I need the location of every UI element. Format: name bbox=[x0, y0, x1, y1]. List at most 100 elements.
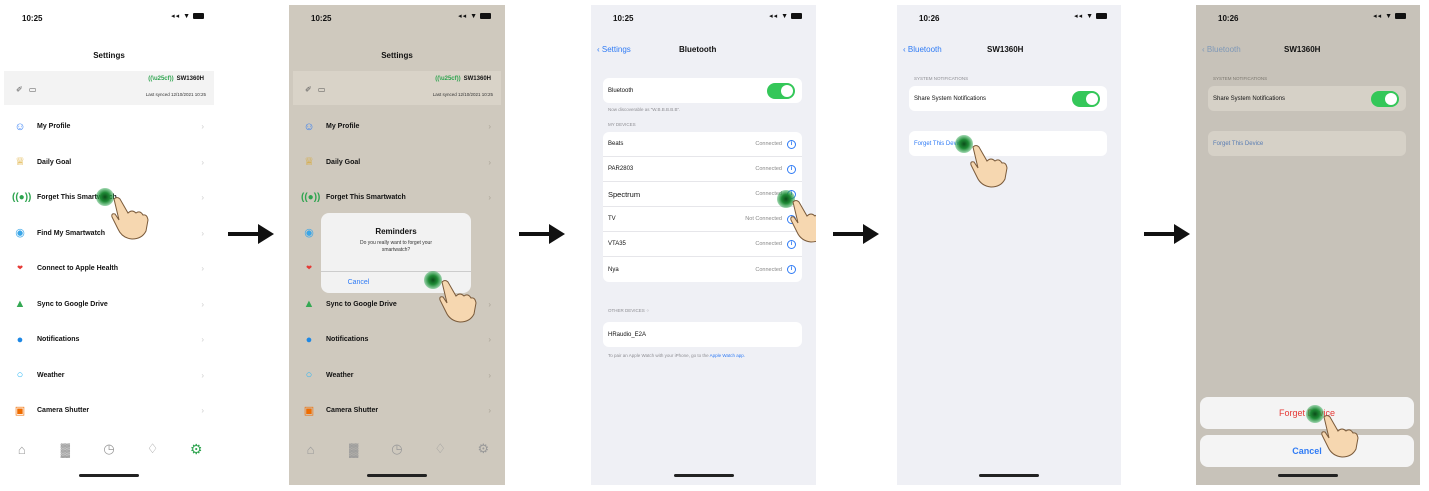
chevron-right-icon: › bbox=[201, 157, 204, 167]
menu-item-label: Find My Smartwatch bbox=[37, 229, 106, 237]
info-icon[interactable]: i bbox=[787, 164, 796, 174]
chevron-right-icon: › bbox=[488, 406, 491, 416]
menu-item-daily-goal[interactable]: ♕ Daily Goal › bbox=[0, 145, 218, 181]
menu-item-camera-shutter: ▣ Camera Shutter › bbox=[289, 393, 505, 429]
menu-item-notifications[interactable]: ● Notifications › bbox=[0, 322, 218, 358]
bell-icon[interactable]: ♢ bbox=[143, 441, 163, 457]
device-name: HRaudio_E2A bbox=[608, 331, 647, 338]
device-status: Connected bbox=[755, 266, 782, 273]
device-card[interactable]: ✐ ▭ ((\u25cf)) SW1360H Last synced 12/10/… bbox=[4, 71, 214, 105]
device-status-icons: ✐ ▭ bbox=[305, 85, 328, 94]
other-devices-label: OTHER DEVICES ⁘ bbox=[608, 308, 650, 313]
menu-item-forget-smartwatch: ((●)) Forget This Smartwatch › bbox=[289, 180, 505, 216]
battery-icon bbox=[1096, 13, 1107, 20]
chevron-right-icon: › bbox=[201, 406, 204, 416]
user-icon: ☺ bbox=[14, 120, 26, 133]
settings-icon: ⚙ bbox=[477, 441, 490, 456]
device-name: TV bbox=[608, 216, 616, 222]
menu-item-weather: ○ Weather › bbox=[289, 358, 505, 394]
menu-item-camera-shutter[interactable]: ▣ Camera Shutter › bbox=[0, 393, 218, 429]
notifications-group: Share System Notifications bbox=[909, 86, 1107, 111]
weather-icon: ○ bbox=[16, 369, 24, 382]
chevron-right-icon: › bbox=[201, 122, 204, 132]
info-icon[interactable]: i bbox=[787, 139, 796, 149]
device-name: Beats bbox=[608, 141, 624, 147]
menu-item-apple-health[interactable]: ❤ Connect to Apple Health › bbox=[0, 251, 218, 287]
device-status-icons: ✐ ▭ bbox=[16, 85, 39, 94]
share-notifications-row: Share System Notifications bbox=[909, 86, 1107, 111]
arrow-right-icon bbox=[228, 222, 274, 246]
device-row[interactable]: TVNot Connectedi bbox=[603, 207, 802, 232]
device-row[interactable]: PAR2803 Connected i bbox=[603, 157, 802, 182]
notification-icon: ● bbox=[305, 333, 313, 346]
battery-icon bbox=[1395, 13, 1406, 20]
settings-icon[interactable]: ⚙ bbox=[186, 441, 206, 458]
watch-icon: ((●)) bbox=[12, 191, 32, 203]
status-icons: ◂◂ ▼ bbox=[769, 12, 802, 20]
bluetooth-label: Bluetooth bbox=[608, 87, 634, 94]
back-button[interactable]: ‹ Settings bbox=[597, 45, 631, 54]
menu-item-google-drive[interactable]: ▲ Sync to Google Drive › bbox=[0, 287, 218, 323]
arrow-right-icon bbox=[1144, 222, 1190, 246]
timer-icon[interactable]: ◷ bbox=[99, 441, 119, 457]
device-name: VTA35 bbox=[608, 241, 626, 247]
hand-pointer-icon bbox=[111, 197, 149, 240]
find-icon: ◉ bbox=[304, 227, 314, 240]
signal-icon: ◂◂ ▼ bbox=[458, 13, 478, 20]
page-title: Bluetooth bbox=[679, 45, 717, 54]
bluetooth-row: Bluetooth bbox=[603, 78, 802, 103]
device-card: ✐ ▭ ((\u25cf)) SW1360H Last synced 12/10/… bbox=[293, 71, 501, 105]
device-row[interactable]: VTA35 Connected i bbox=[603, 232, 802, 257]
menu-item-label: Daily Goal bbox=[326, 158, 361, 166]
bluetooth-toggle[interactable] bbox=[767, 82, 795, 99]
menu-item-label: Connect to Apple Health bbox=[37, 265, 119, 273]
page-title: Settings bbox=[93, 51, 125, 60]
menu-item-label: Sync to Google Drive bbox=[326, 300, 397, 308]
reminder-dialog-screen: 10:25 ◂◂ ▼ Settings ✐ ▭ ((\u25cf)) SW1360… bbox=[289, 5, 505, 485]
chevron-right-icon: › bbox=[201, 228, 204, 238]
device-status: Connected bbox=[755, 241, 782, 247]
chevron-right-icon: › bbox=[488, 335, 491, 345]
device-row[interactable]: SpectrumConnectedi bbox=[603, 182, 802, 207]
trophy-icon: ♕ bbox=[304, 156, 314, 169]
menu-item-my-profile[interactable]: ☺ My Profile › bbox=[0, 109, 218, 145]
menu-item-label: Weather bbox=[37, 371, 65, 379]
status-time: 10:25 bbox=[22, 14, 43, 23]
last-synced-text: Last synced 12/10/2021 10:25 bbox=[432, 92, 493, 97]
menu-item-label: My Profile bbox=[37, 123, 71, 131]
home-indicator bbox=[1278, 474, 1338, 477]
hand-pointer-icon bbox=[970, 145, 1008, 188]
apple-watch-link[interactable]: Apple Watch app. bbox=[710, 353, 745, 358]
chevron-right-icon: › bbox=[488, 122, 491, 132]
user-icon: ☺ bbox=[303, 120, 315, 133]
menu-item-my-profile: ☺ My Profile › bbox=[289, 109, 505, 145]
menu-item-weather[interactable]: ○ Weather › bbox=[0, 358, 218, 394]
menu-item-label: Notifications bbox=[37, 336, 80, 344]
home-icon[interactable]: ⌂ bbox=[12, 442, 32, 457]
hand-pointer-icon bbox=[439, 280, 477, 323]
forget-device-label: Forget This Device bbox=[1213, 140, 1264, 147]
chevron-right-icon: › bbox=[488, 193, 491, 203]
battery-icon bbox=[791, 13, 802, 20]
device-row[interactable]: Beats Connected i bbox=[603, 132, 802, 157]
tab-bar: ⌂ ▓ ◷ ♢ ⚙ bbox=[289, 435, 505, 463]
stats-icon[interactable]: ▓ bbox=[55, 442, 75, 457]
info-icon[interactable]: i bbox=[787, 265, 796, 274]
cancel-button[interactable]: Cancel bbox=[1200, 435, 1414, 467]
device-name: Spectrum bbox=[608, 189, 641, 199]
status-icons: ◂◂ ▼ bbox=[458, 12, 491, 20]
menu-item-label: My Profile bbox=[326, 123, 360, 131]
home-indicator bbox=[979, 474, 1039, 477]
back-button[interactable]: ‹ Bluetooth bbox=[903, 45, 942, 54]
cancel-button[interactable]: Cancel bbox=[321, 272, 396, 293]
signal-icon: ◂◂ ▼ bbox=[769, 13, 789, 20]
menu-item-label: Daily Goal bbox=[37, 158, 72, 166]
dialog-title: Reminders bbox=[375, 227, 417, 236]
share-notifications-toggle[interactable] bbox=[1072, 90, 1100, 107]
share-notifications-label: Share System Notifications bbox=[1213, 95, 1286, 102]
chevron-right-icon: › bbox=[488, 157, 491, 167]
system-notifications-label: SYSTEM NOTIFICATIONS bbox=[914, 76, 969, 81]
device-row[interactable]: HRaudio_E2A bbox=[603, 322, 802, 347]
device-row[interactable]: Nya Connected i bbox=[603, 257, 802, 282]
status-time: 10:25 bbox=[311, 14, 332, 23]
